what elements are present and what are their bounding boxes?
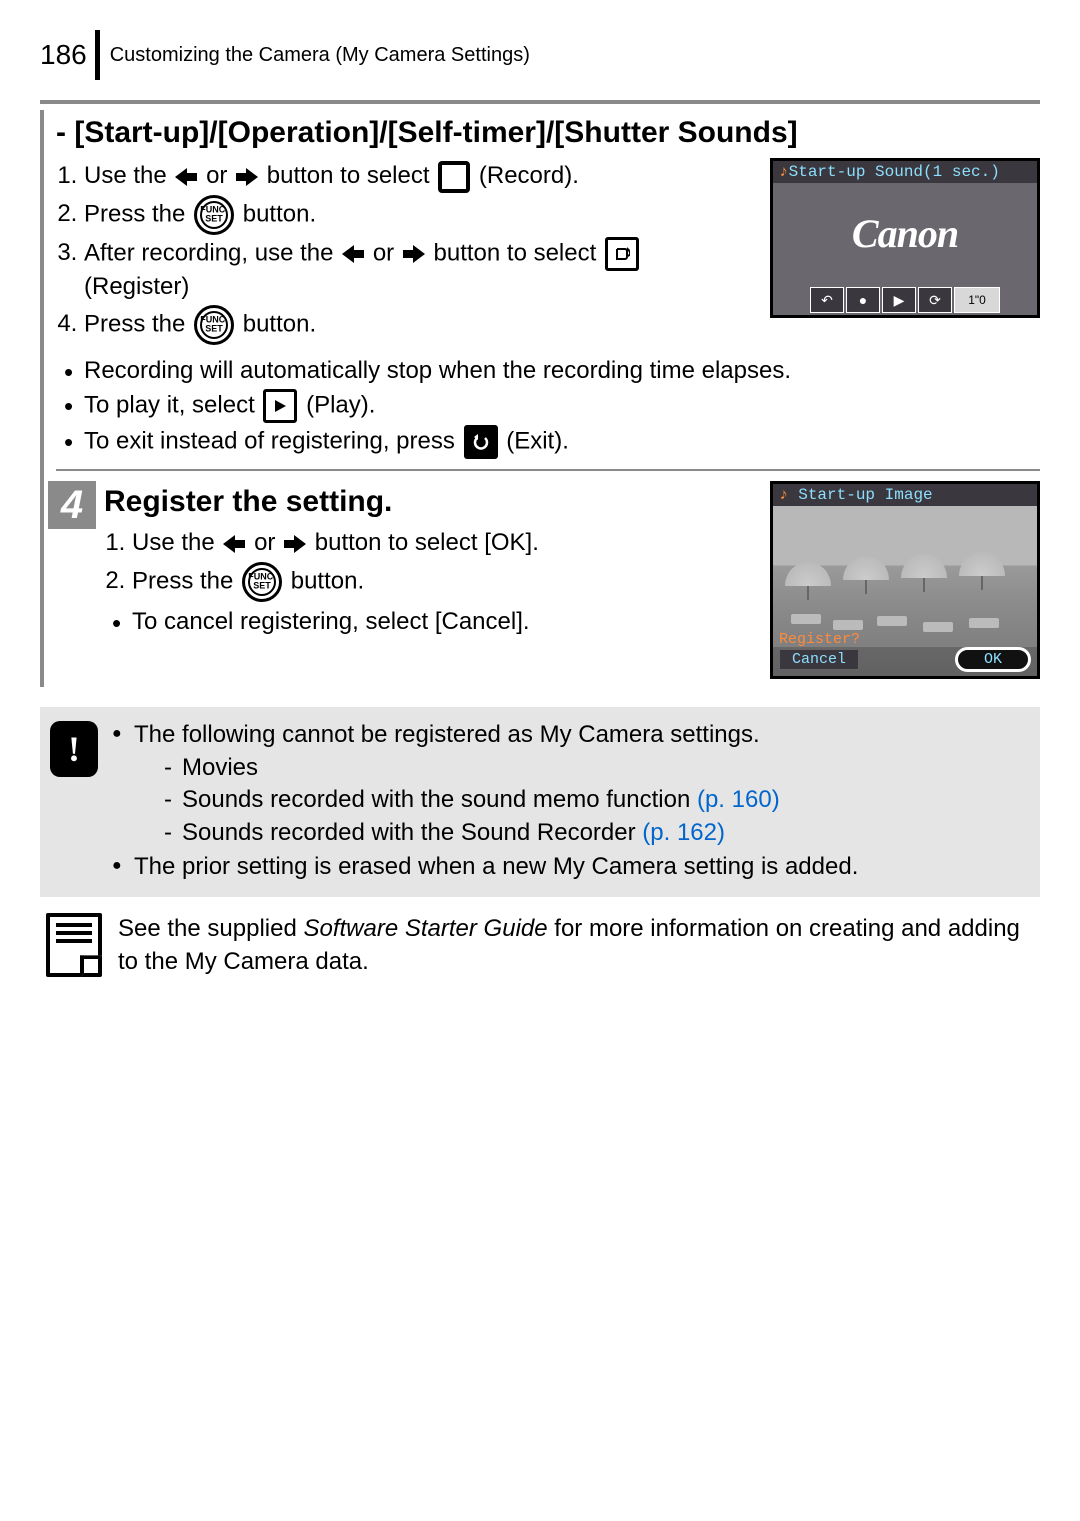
arrow-right-icon [403,245,425,263]
cam-confirm-row: Cancel OK [773,647,1037,676]
note-icon [46,913,102,977]
func-set-icon: FUNC. SET [194,305,234,345]
arrow-left-icon [223,535,245,553]
warn-d2: Sounds recorded with the sound memo func… [164,784,858,816]
link-p162[interactable]: (p. 162) [642,819,725,846]
register-icon [605,237,639,271]
arrow-right-icon [284,535,306,553]
note-box: See the supplied Software Starter Guide … [40,913,1040,978]
cam-top-label: ♪Start-up Sound(1 sec.) [773,161,1037,183]
note-play: To play it, select (Play). [84,389,1040,423]
warning-icon: ! [50,721,98,777]
camera-screen-image: ♪ Start-up Image [770,481,1040,679]
sounds-notes-list: Recording will automatically stop when t… [56,355,1040,459]
step-4: Press the FUNC. SET button. [84,305,750,345]
left-accent-bar [40,110,44,687]
warn-line-1: The following cannot be registered as My… [112,719,858,849]
sounds-step-list: Use the or button to select (Record). [56,160,750,345]
cam-back-icon: ↶ [810,287,844,313]
step-2: Press the FUNC. SET button. [84,195,750,235]
section-sounds-title: - [Start-up]/[Operation]/[Self-timer]/[S… [56,116,1040,150]
link-p160[interactable]: (p. 160) [697,786,780,813]
camera-screen-sound: ♪Start-up Sound(1 sec.) Canon ↶ ● ▶ ⟳ 1"… [770,158,1040,318]
warn-d3: Sounds recorded with the Sound Recorder … [164,817,858,849]
header-title: Customizing the Camera (My Camera Settin… [110,44,530,67]
cam-record-icon: ● [846,287,880,313]
register-notes-list: To cancel registering, select [Cancel]. [104,606,750,638]
warning-text: The following cannot be registered as My… [112,717,858,885]
cam-timer: 1"0 [954,287,1000,313]
canon-logo: Canon [852,210,958,257]
cam-cancel-button: Cancel [779,649,859,670]
warn-d1: Movies [164,752,858,784]
step-3: After recording, use the or button to se… [84,237,750,303]
register-question: Register? [779,631,860,648]
page-number: 186 [40,30,100,80]
reg-step-2: Press the FUNC. SET button. [132,562,750,602]
arrow-right-icon [236,168,258,186]
guide-title: Software Starter Guide [303,915,547,942]
warning-box: ! The following cannot be registered as … [40,707,1040,897]
exit-icon [464,425,498,459]
register-heading: Register the setting. [104,485,750,519]
page-header: 186 Customizing the Camera (My Camera Se… [40,30,1040,80]
note-exit: To exit instead of registering, press (E… [84,425,1040,459]
record-icon [438,161,470,193]
register-step-list: Use the or button to select [OK]. [104,527,750,601]
beach-thumbnail: Register? Cancel OK [773,506,1037,676]
cam-play-icon: ▶ [882,287,916,313]
step-1: Use the or button to select (Record). [84,160,750,193]
cam-register-icon: ⟳ [918,287,952,313]
func-set-icon: FUNC. SET [242,562,282,602]
cam-button-row: ↶ ● ▶ ⟳ 1"0 [773,283,1037,315]
arrow-left-icon [342,245,364,263]
play-icon [263,389,297,423]
warn-line-2: The prior setting is erased when a new M… [112,851,858,883]
cam-top-label: ♪ Start-up Image [773,484,1037,506]
cam-ok-button: OK [955,647,1031,672]
step-number-4: 4 [48,481,96,529]
func-set-icon: FUNC. SET [194,195,234,235]
reg-step-1: Use the or button to select [OK]. [132,527,750,559]
note-text: See the supplied Software Starter Guide … [118,913,1034,978]
note-cancel: To cancel registering, select [Cancel]. [132,606,750,638]
arrow-left-icon [175,168,197,186]
note-auto-stop: Recording will automatically stop when t… [84,355,1040,387]
